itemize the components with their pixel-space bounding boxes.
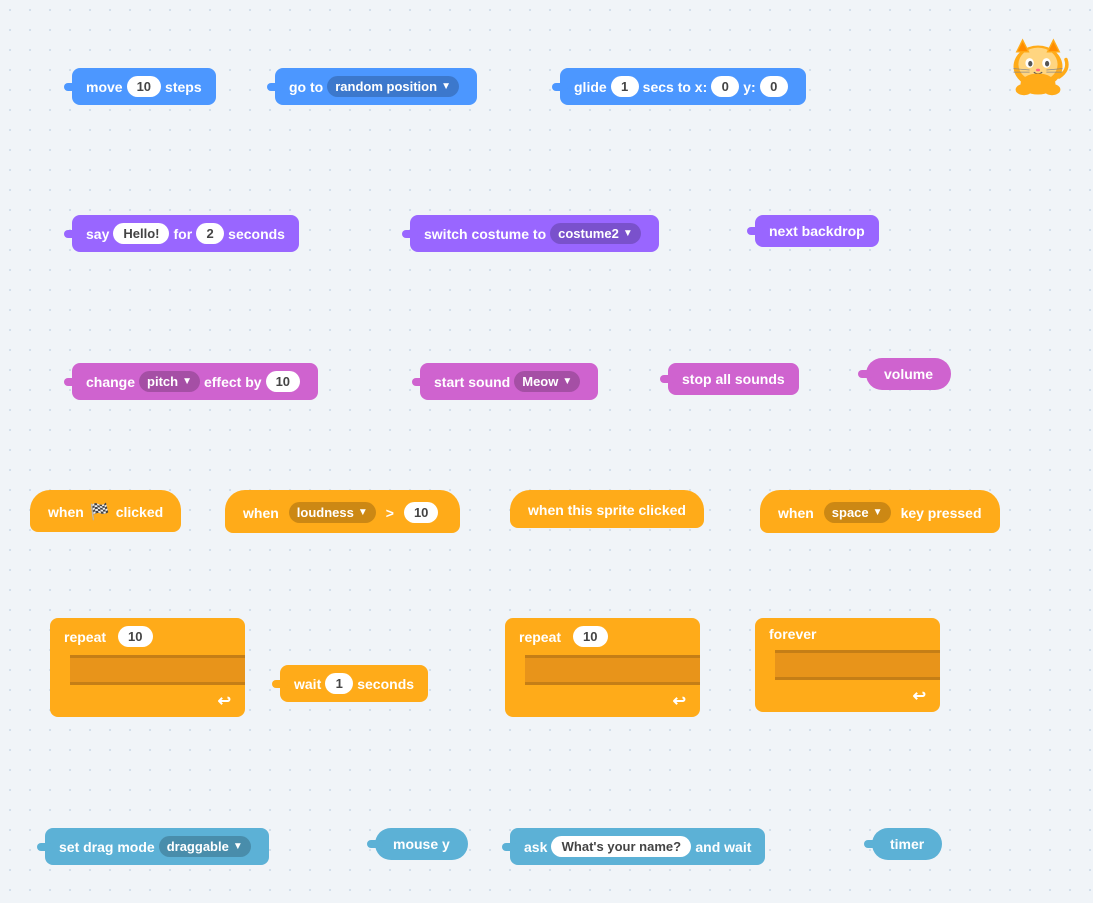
volume-label: volume bbox=[884, 366, 933, 382]
glide-x-label: secs to x: bbox=[643, 79, 708, 95]
position-dropdown[interactable]: random position ▼ bbox=[327, 76, 459, 97]
say-block[interactable]: say Hello! for 2 seconds bbox=[72, 215, 299, 252]
when-loudness-block[interactable]: when loudness ▼ > 10 bbox=[225, 490, 460, 533]
stop-all-sounds-label: stop all sounds bbox=[682, 371, 785, 387]
when-sprite-clicked-block[interactable]: when this sprite clicked bbox=[510, 490, 704, 528]
key-pressed-label: key pressed bbox=[901, 505, 982, 521]
set-drag-label: set drag mode bbox=[59, 839, 155, 855]
wait-label: wait bbox=[294, 676, 321, 692]
wait-block[interactable]: wait 1 seconds bbox=[280, 665, 428, 702]
effect-dropdown[interactable]: pitch ▼ bbox=[139, 371, 200, 392]
ask-block[interactable]: ask What's your name? and wait bbox=[510, 828, 765, 865]
glide-y-label: y: bbox=[743, 79, 755, 95]
stop-all-sounds-block[interactable]: stop all sounds bbox=[668, 363, 799, 395]
repeat-val-1[interactable]: 10 bbox=[118, 626, 152, 647]
steps-value[interactable]: 10 bbox=[127, 76, 161, 97]
forever-arrow: ↩ bbox=[913, 686, 926, 706]
glide-secs[interactable]: 1 bbox=[611, 76, 639, 97]
forever-label: forever bbox=[769, 626, 816, 642]
glide-x-val[interactable]: 0 bbox=[711, 76, 739, 97]
when-key-pressed-block[interactable]: when space ▼ key pressed bbox=[760, 490, 1000, 533]
wait-seconds-label: seconds bbox=[357, 676, 414, 692]
loudness-val[interactable]: 10 bbox=[404, 502, 438, 523]
goto-block[interactable]: go to random position ▼ bbox=[275, 68, 477, 105]
forever-block[interactable]: forever ↩ bbox=[755, 618, 940, 712]
timer-block[interactable]: timer bbox=[872, 828, 942, 860]
move-steps-block[interactable]: move 10 steps bbox=[72, 68, 216, 105]
glide-y-val[interactable]: 0 bbox=[760, 76, 788, 97]
say-seconds-val[interactable]: 2 bbox=[196, 223, 224, 244]
say-for-label: for bbox=[173, 226, 192, 242]
repeat-label-1: repeat bbox=[64, 629, 106, 645]
say-value[interactable]: Hello! bbox=[113, 223, 169, 244]
timer-label: timer bbox=[890, 836, 924, 852]
change-label: change bbox=[86, 374, 135, 390]
ask-label: ask bbox=[524, 839, 547, 855]
loudness-dropdown[interactable]: loudness ▼ bbox=[289, 502, 376, 523]
repeat-val-2[interactable]: 10 bbox=[573, 626, 607, 647]
start-sound-block[interactable]: start sound Meow ▼ bbox=[420, 363, 598, 400]
change-effect-block[interactable]: change pitch ▼ effect by 10 bbox=[72, 363, 318, 400]
set-drag-mode-block[interactable]: set drag mode draggable ▼ bbox=[45, 828, 269, 865]
switch-costume-label: switch costume to bbox=[424, 226, 546, 242]
mouse-y-label: mouse y bbox=[393, 836, 450, 852]
repeat-block-1[interactable]: repeat 10 ↩ bbox=[50, 618, 245, 717]
glide-label: glide bbox=[574, 79, 607, 95]
repeat-arrow-2: ↩ bbox=[673, 691, 686, 711]
flag-icon: 🏁 bbox=[90, 502, 110, 522]
next-backdrop-block[interactable]: next backdrop bbox=[755, 215, 879, 247]
next-backdrop-label: next backdrop bbox=[769, 223, 865, 239]
say-seconds-label: seconds bbox=[228, 226, 285, 242]
move-label: move bbox=[86, 79, 123, 95]
when-sprite-label: when this sprite clicked bbox=[528, 502, 686, 518]
mouse-y-block[interactable]: mouse y bbox=[375, 828, 468, 860]
when-label1: when bbox=[48, 504, 84, 520]
repeat-label-2: repeat bbox=[519, 629, 561, 645]
volume-block[interactable]: volume bbox=[866, 358, 951, 390]
clicked-label: clicked bbox=[116, 504, 163, 520]
when-flag-clicked-block[interactable]: when 🏁 clicked bbox=[30, 490, 181, 532]
and-wait-label: and wait bbox=[695, 839, 751, 855]
sound-dropdown[interactable]: Meow ▼ bbox=[514, 371, 580, 392]
say-label: say bbox=[86, 226, 109, 242]
repeat-block-2[interactable]: repeat 10 ↩ bbox=[505, 618, 700, 717]
steps-label: steps bbox=[165, 79, 202, 95]
scratch-cat bbox=[1003, 28, 1073, 103]
costume-dropdown[interactable]: costume2 ▼ bbox=[550, 223, 641, 244]
repeat-arrow-1: ↩ bbox=[218, 691, 231, 711]
effect-val[interactable]: 10 bbox=[266, 371, 300, 392]
switch-costume-block[interactable]: switch costume to costume2 ▼ bbox=[410, 215, 659, 252]
when-label2: when bbox=[243, 505, 279, 521]
glide-block[interactable]: glide 1 secs to x: 0 y: 0 bbox=[560, 68, 806, 105]
drag-mode-dropdown[interactable]: draggable ▼ bbox=[159, 836, 251, 857]
goto-label: go to bbox=[289, 79, 323, 95]
ask-value[interactable]: What's your name? bbox=[551, 836, 691, 857]
when-key-label: when bbox=[778, 505, 814, 521]
key-dropdown[interactable]: space ▼ bbox=[824, 502, 891, 523]
wait-val[interactable]: 1 bbox=[325, 673, 353, 694]
effect-by-label: effect by bbox=[204, 374, 262, 390]
gt-op: > bbox=[386, 505, 394, 521]
start-sound-label: start sound bbox=[434, 374, 510, 390]
